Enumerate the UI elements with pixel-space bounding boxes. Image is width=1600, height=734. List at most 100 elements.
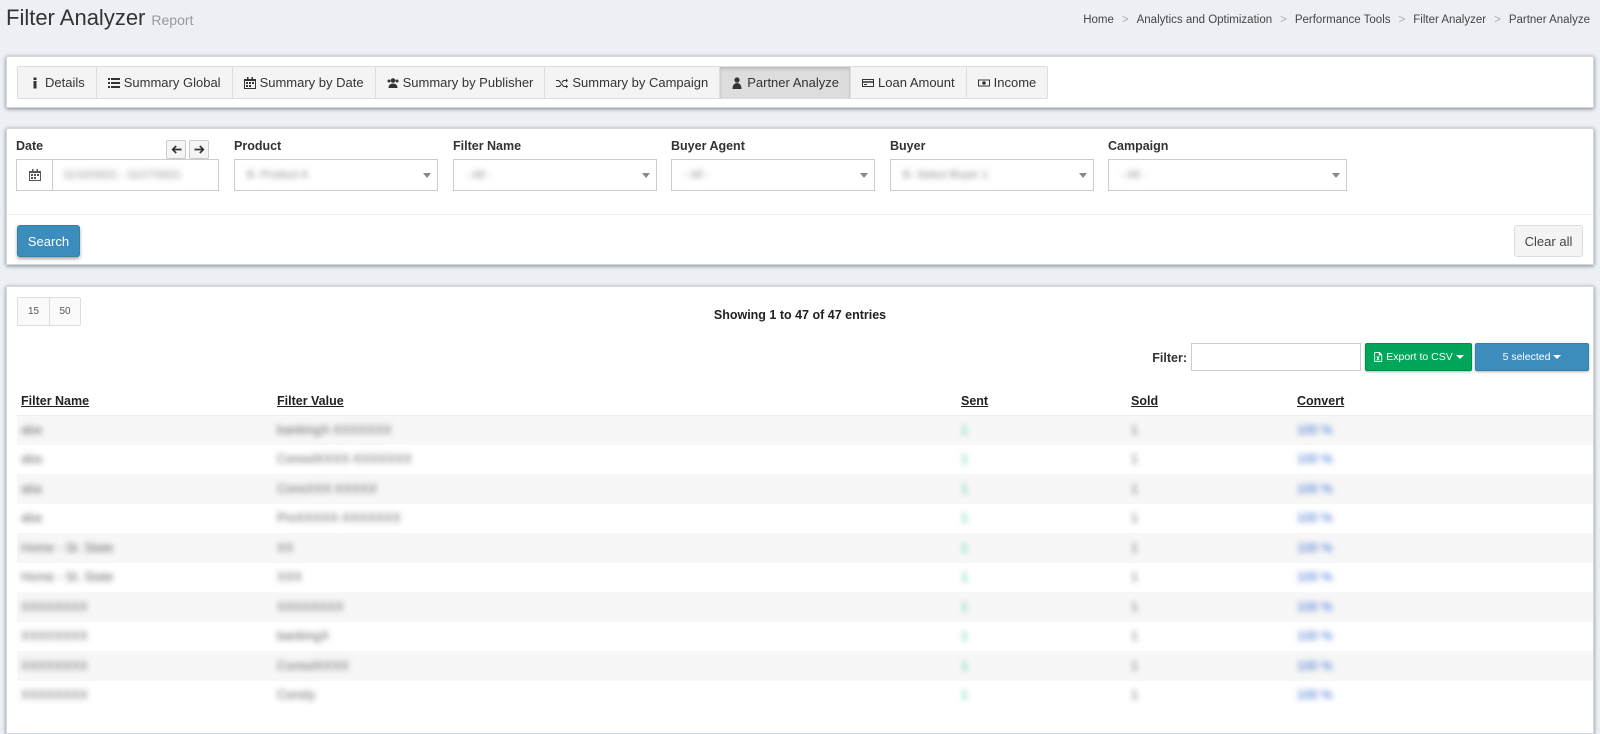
next-date-button[interactable] [189, 140, 209, 159]
tab-income[interactable]: Income [966, 67, 1048, 98]
export-csv-button[interactable]: Export to CSV [1365, 343, 1472, 371]
cell-filter-value-text: XXXXXXXX [277, 599, 344, 614]
column-header-sold[interactable]: Sold [1127, 387, 1293, 416]
tabs-panel: Details Summary Global Summary by Date S… [6, 56, 1594, 108]
tab-label: Partner Analyze [747, 75, 839, 90]
cell-sent-text: 1 [961, 452, 968, 467]
divider [7, 214, 1593, 215]
breadcrumb-separator: > [1398, 14, 1406, 26]
cell-filter-name-text: Home - St. State [21, 540, 114, 555]
cell-sold-text: 1 [1131, 570, 1138, 585]
arrow-left-icon [170, 145, 182, 154]
tab-loan-amount[interactable]: Loan Amount [851, 67, 967, 98]
page-header: Filter Analyzer Report Home > Analytics an… [0, 0, 1600, 50]
cell-filter-name: XXXXXXXX [17, 681, 273, 711]
tab-label: Summary by Campaign [572, 75, 709, 90]
caret-down-icon [1553, 355, 1562, 359]
tab-summary-by-date[interactable]: Summary by Date [232, 67, 376, 98]
table-row: XXXXXXXX Consly 1 1 100 % [17, 681, 1593, 711]
filter-label: Filter: [1152, 351, 1187, 365]
campaign-select[interactable]: - All - [1108, 159, 1347, 191]
buyer-agent-select[interactable]: - All - [671, 159, 875, 191]
tab-summary-global[interactable]: Summary Global [96, 67, 233, 98]
tab-label: Income [993, 75, 1037, 90]
list-icon [107, 77, 120, 88]
product-label: Product [234, 139, 282, 153]
cell-convert-text: 100 % [1297, 570, 1333, 585]
cell-filter-value-text: Consly [277, 688, 316, 703]
file-excel-icon [1374, 352, 1383, 362]
page-title-text: Filter Analyzer [6, 5, 146, 30]
filter-name-select[interactable]: - All - [453, 159, 657, 191]
table-filter-input[interactable] [1191, 343, 1361, 371]
cell-sent-text: 1 [961, 570, 968, 585]
cell-filter-value-text: ConsolXXXX [277, 658, 350, 673]
table-row: aba ConsXXX-XXXXX 1 1 100 % [17, 474, 1593, 504]
cell-filter-name: Home - St. State [17, 533, 273, 563]
cell-filter-value: bankingX [273, 622, 957, 652]
buyer-agent-label: Buyer Agent [671, 139, 745, 153]
column-header-filter-value[interactable]: Filter Value [273, 387, 957, 416]
cell-sent: 1 [957, 563, 1127, 593]
column-header-convert[interactable]: Convert [1293, 387, 1593, 416]
tab-summary-by-publisher[interactable]: Summary by Publisher [375, 67, 546, 98]
columns-selected-button[interactable]: 5 selected [1475, 343, 1589, 371]
tab-label: Summary Global [123, 75, 221, 90]
cell-sold-text: 1 [1131, 511, 1138, 526]
table-row: aba bankingX-XXXXXXX 1 1 100 % [17, 415, 1593, 445]
table-row: Home - St. State XX 1 1 100 % [17, 533, 1593, 563]
cell-convert: 100 % [1293, 681, 1593, 711]
cell-filter-value: ConsXXX-XXXXX [273, 474, 957, 504]
calendar-icon [28, 169, 41, 181]
results-panel: 15 50 Showing 1 to 47 of 47 entries Filt… [6, 286, 1594, 734]
chevron-down-icon [860, 173, 868, 178]
product-select[interactable]: B. Product A [234, 159, 438, 191]
breadcrumb-filter-analyzer[interactable]: Filter Analyzer [1413, 14, 1486, 26]
date-nav [166, 140, 209, 159]
cell-sent: 1 [957, 445, 1127, 475]
column-header-sent[interactable]: Sent [957, 387, 1127, 416]
cell-convert: 100 % [1293, 415, 1593, 445]
date-range-input[interactable]: 11/10/2021 - 11/17/2021 [16, 159, 219, 191]
cell-filter-name: aba [17, 504, 273, 534]
breadcrumb-home[interactable]: Home [1083, 14, 1114, 26]
cell-sold-text: 1 [1131, 629, 1138, 644]
breadcrumb-analytics[interactable]: Analytics and Optimization [1137, 14, 1273, 26]
breadcrumb-performance-tools[interactable]: Performance Tools [1295, 14, 1391, 26]
prev-date-button[interactable] [166, 140, 186, 159]
cell-filter-name-text: aba [21, 452, 42, 467]
tab-details[interactable]: Details [18, 67, 97, 98]
tab-summary-by-campaign[interactable]: Summary by Campaign [545, 67, 721, 98]
money-icon [977, 79, 990, 86]
calendar-addon[interactable] [17, 160, 53, 190]
cell-sold-text: 1 [1131, 452, 1138, 467]
cell-sold: 1 [1127, 504, 1293, 534]
buyer-select[interactable]: B. Select Buyer 1 [890, 159, 1094, 191]
cell-sent: 1 [957, 651, 1127, 681]
buyer-label: Buyer [890, 139, 926, 153]
chevron-down-icon [642, 173, 650, 178]
cell-convert: 100 % [1293, 592, 1593, 622]
cell-sent-text: 1 [961, 511, 968, 526]
tab-partner-analyze[interactable]: Partner Analyze [720, 67, 851, 98]
cell-sold-text: 1 [1131, 423, 1138, 437]
clear-all-button[interactable]: Clear all [1514, 225, 1583, 257]
search-button[interactable]: Search [17, 225, 80, 257]
cell-sold-text: 1 [1131, 599, 1138, 614]
cell-sold-text: 1 [1131, 688, 1138, 703]
column-header-filter-name[interactable]: Filter Name [17, 387, 273, 416]
breadcrumb-separator: > [1121, 14, 1129, 26]
cell-sold: 1 [1127, 651, 1293, 681]
cell-convert: 100 % [1293, 474, 1593, 504]
campaign-field: Campaign - All - [1108, 139, 1347, 191]
cell-convert-text: 100 % [1297, 599, 1333, 614]
table-row: XXXXXXXX ConsolXXXX 1 1 100 % [17, 651, 1593, 681]
cell-filter-value-text: ConsolXXXX-XXXXXXX [277, 452, 412, 467]
tab-label: Summary by Publisher [402, 75, 534, 90]
filter-name-value: - All - [466, 169, 492, 181]
table-header-row: Filter Name Filter Value Sent Sold Conve… [17, 387, 1593, 416]
breadcrumb-partner-analyze: Partner Analyze [1508, 14, 1590, 26]
cell-filter-name: aba [17, 415, 273, 445]
tab-label: Summary by Date [259, 75, 364, 90]
cell-sent-text: 1 [961, 688, 968, 703]
